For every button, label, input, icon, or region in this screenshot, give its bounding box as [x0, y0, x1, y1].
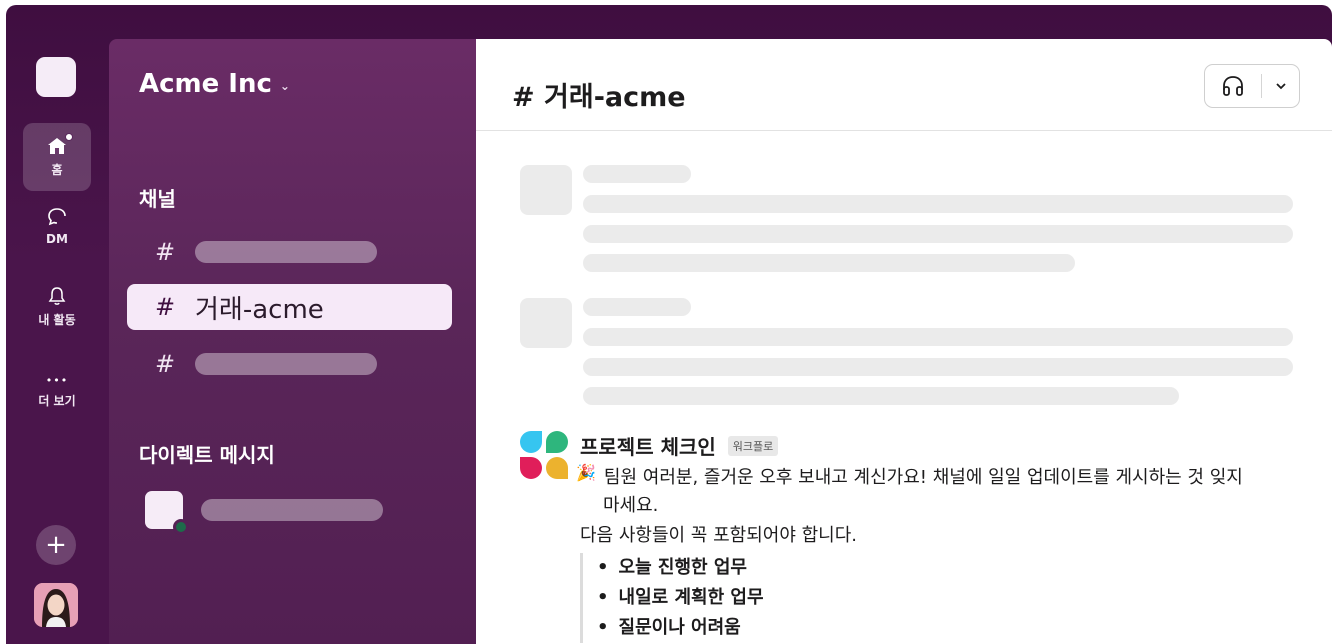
blob-shape: [520, 457, 542, 479]
list-item: 오늘 진행한 업무: [597, 553, 764, 583]
dm-avatar: [145, 491, 189, 535]
message-text-line: 🎉 팀원 여러분, 즐거운 오후 보내고 계신가요! 채널에 일일 업데이트를 …: [576, 463, 1243, 489]
message-line-placeholder: [583, 165, 691, 183]
chevron-down-icon: [1275, 83, 1286, 90]
sidebar-dm-item[interactable]: [145, 491, 383, 535]
workflow-app-icon: [520, 429, 574, 479]
hash-icon: #: [155, 293, 176, 321]
channels-section-title[interactable]: 채널: [139, 183, 176, 212]
workspace-name-label: Acme Inc: [139, 69, 272, 99]
presence-indicator: [173, 519, 189, 535]
blob-shape: [520, 431, 542, 453]
workflow-badge: 워크플로: [727, 435, 779, 456]
message-line-placeholder: [583, 254, 1075, 272]
dm-section-title[interactable]: 다이렉트 메시지: [139, 439, 275, 468]
huddle-button[interactable]: [1205, 74, 1261, 98]
channel-sidebar: Acme Inc ⌄ 채널 # # 거래-acme # 다이렉트 메시지: [109, 39, 476, 644]
add-button[interactable]: +: [36, 525, 76, 565]
rail-dm[interactable]: DM: [23, 191, 91, 259]
sidebar-channel-item-active[interactable]: # 거래-acme: [127, 284, 452, 330]
user-avatar[interactable]: [34, 583, 78, 627]
channel-name-placeholder: [195, 241, 377, 263]
list-item: 내일로 계획한 업무: [597, 583, 764, 613]
message-line-placeholder: [583, 298, 691, 316]
huddle-options-button[interactable]: [1262, 82, 1299, 90]
avatar-image: [34, 583, 78, 627]
bell-icon: [48, 287, 66, 305]
rail-dm-label: DM: [46, 231, 68, 246]
hash-icon: #: [155, 350, 176, 378]
dm-icon: [48, 207, 66, 225]
sidebar-channel-item[interactable]: #: [127, 341, 452, 387]
plus-icon: +: [45, 530, 67, 560]
channel-name-placeholder: [195, 353, 377, 375]
notification-dot: [65, 133, 73, 141]
message-sender-name[interactable]: 프로젝트 체크인: [580, 431, 716, 460]
channel-header: # 거래-acme: [476, 39, 1332, 131]
rail-home[interactable]: 홈: [23, 123, 91, 191]
channel-title[interactable]: # 거래-acme: [512, 75, 686, 114]
workspace-name[interactable]: Acme Inc ⌄: [139, 69, 290, 99]
blob-shape: [546, 457, 568, 479]
message-line-placeholder: [583, 195, 1293, 213]
message-avatar-placeholder: [520, 165, 572, 215]
channel-name: 거래-acme: [195, 294, 324, 325]
message-text: 팀원 여러분, 즐거운 오후 보내고 계신가요! 채널에 일일 업데이트를 게시…: [603, 467, 1243, 488]
huddle-control: [1204, 64, 1300, 108]
rail-more[interactable]: ••• 더 보기: [23, 357, 91, 425]
blob-shape: [546, 431, 568, 453]
message-line-placeholder: [583, 387, 1179, 405]
workspace-rail: 홈 DM 내 활동 ••• 더 보기 +: [6, 5, 109, 644]
message-line-placeholder: [583, 225, 1293, 243]
message-text-line-2: 다음 사항들이 꼭 포함되어야 합니다.: [580, 525, 858, 546]
message-line-placeholder: [583, 358, 1293, 376]
headphones-icon: [1223, 76, 1243, 96]
message-line-placeholder: [583, 328, 1293, 346]
channel-main: # 거래-acme 프로젝트 체크인 워크플로 🎉 팀원 여러분, 즐거운 오후…: [476, 39, 1332, 644]
message-avatar-placeholder: [520, 298, 572, 348]
app-window: 홈 DM 내 활동 ••• 더 보기 + Acme Inc ⌄ 채널 # # 거…: [6, 5, 1332, 644]
workspace-icon[interactable]: [36, 57, 76, 97]
sidebar-channel-item[interactable]: #: [127, 229, 452, 275]
list-item: 질문이나 어려움: [597, 613, 764, 643]
more-icon: •••: [45, 373, 69, 387]
message-header: 프로젝트 체크인 워크플로: [580, 431, 779, 460]
rail-home-label: 홈: [51, 163, 63, 177]
message-text-continued: 마세요.: [603, 495, 659, 516]
rail-activity[interactable]: 내 활동: [23, 273, 91, 341]
message-quote-list: 오늘 진행한 업무 내일로 계획한 업무 질문이나 어려움: [580, 553, 764, 643]
chevron-down-icon: ⌄: [279, 79, 290, 93]
party-popper-icon: 🎉: [576, 463, 596, 482]
rail-activity-label: 내 활동: [38, 313, 76, 327]
hash-icon: #: [155, 238, 176, 266]
dm-name-placeholder: [201, 499, 383, 521]
rail-more-label: 더 보기: [38, 393, 76, 408]
